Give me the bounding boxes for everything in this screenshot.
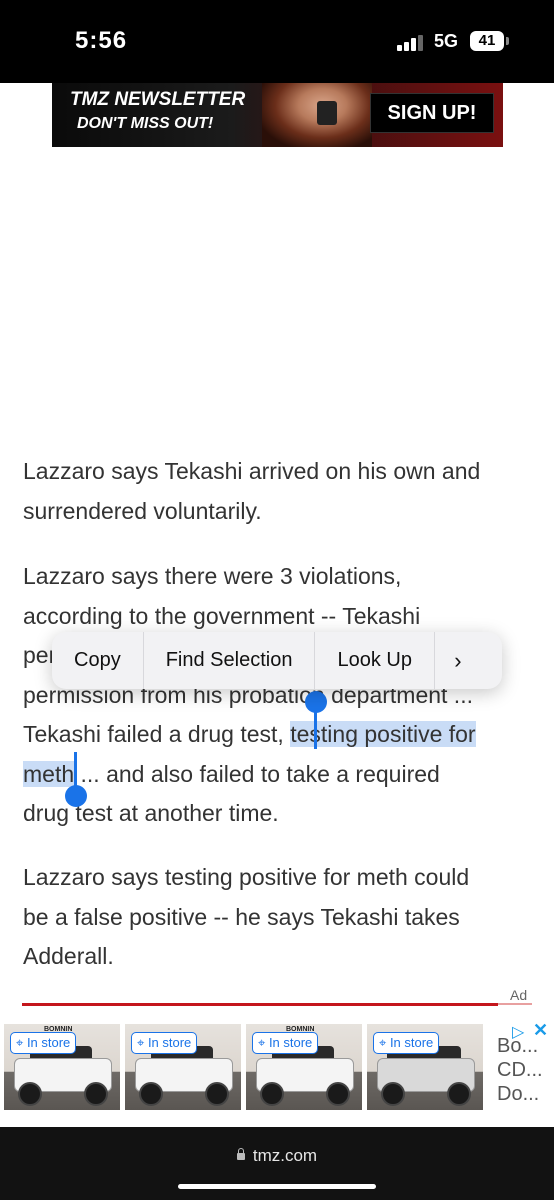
selection-start-caret [314, 703, 317, 749]
text-line: according to the government -- Tekashi [23, 602, 421, 629]
wheel-icon [381, 1082, 405, 1106]
phone-icon [317, 101, 337, 125]
location-pin-icon: ⌖ [16, 1035, 27, 1050]
signal-icon [397, 33, 427, 51]
text-line: Lazzaro says testing positive for meth c… [23, 864, 470, 890]
section-divider [22, 1003, 498, 1006]
lock-icon [236, 1148, 245, 1160]
wheel-icon [139, 1082, 163, 1106]
ad-car-tile[interactable]: BOMNIN ⌖ In store [246, 1024, 362, 1110]
status-time: 5:56 [75, 27, 128, 54]
ad-car-tile[interactable]: BOMNIN ⌖ In store [4, 1024, 120, 1110]
wheel-icon [260, 1082, 284, 1106]
network-type: 5G [434, 31, 459, 51]
selected-text[interactable]: testing positive for [290, 721, 476, 747]
banner-subtitle: DON'T MISS OUT! [77, 115, 214, 132]
text-line: Adderall. [23, 943, 114, 969]
location-pin-icon: ⌖ [379, 1035, 390, 1050]
in-store-label: In store [147, 1035, 192, 1050]
in-store-badge: ⌖ In store [373, 1032, 440, 1054]
in-store-badge: ⌖ In store [10, 1032, 77, 1054]
location-pin-icon: ⌖ [137, 1035, 148, 1050]
ad-text-line: CD... [497, 1059, 543, 1081]
divider-tail [498, 1003, 532, 1005]
banner-title: TMZ NEWSLETTER [70, 89, 246, 110]
location-pin-icon: ⌖ [258, 1035, 269, 1050]
ad-text-line: Do... [497, 1083, 540, 1105]
text-fragment: ... and also failed to take a required [74, 760, 440, 787]
selection-end-handle[interactable] [65, 785, 87, 807]
ad-text-line: Bo... [497, 1035, 539, 1057]
text-line: surrendered voluntarily. [23, 497, 262, 524]
selected-text[interactable]: meth [23, 760, 75, 787]
in-store-label: In store [268, 1035, 313, 1050]
text-line: Lazzaro says there were 3 violations, [23, 563, 402, 589]
status-bar: 5:56 5G 41 [0, 0, 554, 83]
text-fragment: Tekashi failed a drug test, [23, 721, 291, 747]
wheel-icon [205, 1082, 229, 1106]
paragraph-3: Lazzaro says testing positive for meth c… [23, 858, 469, 977]
text-line: Tekashi failed a drug test, testing posi… [23, 715, 476, 755]
ad-label: Ad [510, 987, 528, 1003]
ad-car-tile[interactable]: ⌖ In store [367, 1024, 483, 1110]
ad-text[interactable]: Bo... CD... Do... [497, 1034, 543, 1106]
text-line: Lazzaro says Tekashi arrived on his own … [23, 458, 481, 484]
newsletter-banner[interactable]: TMZ NEWSLETTER DON'T MISS OUT! SIGN UP! [52, 83, 503, 147]
find-selection-menu-item[interactable]: Find Selection [144, 632, 316, 689]
text-line: be a false positive -- he says Tekashi t… [23, 903, 460, 930]
wheel-icon [326, 1082, 350, 1106]
wheel-icon [18, 1082, 42, 1106]
signup-button[interactable]: SIGN UP! [370, 93, 494, 133]
in-store-label: In store [26, 1035, 71, 1050]
battery-tip [506, 37, 509, 45]
text-line: meth ... and also failed to take a requi… [23, 755, 476, 795]
wheel-icon [447, 1082, 471, 1106]
home-indicator[interactable] [178, 1184, 376, 1189]
copy-menu-item[interactable]: Copy [52, 632, 144, 689]
in-store-badge: ⌖ In store [252, 1032, 319, 1054]
text-line: drug test at another time. [23, 800, 279, 826]
look-up-menu-item[interactable]: Look Up [315, 632, 435, 689]
ad-car-tile[interactable]: ⌖ In store [125, 1024, 241, 1110]
ad-carousel[interactable]: BOMNIN ⌖ In store ⌖ In store BOMNIN ⌖ In… [0, 1018, 554, 1112]
wheel-icon [84, 1082, 108, 1106]
battery-icon: 41 [470, 31, 504, 51]
chevron-right-icon[interactable]: › [435, 648, 481, 674]
in-store-label: In store [389, 1035, 434, 1050]
browser-toolbar: tmz.com [0, 1127, 554, 1200]
paragraph-1: Lazzaro says Tekashi arrived on his own … [23, 452, 480, 531]
in-store-badge: ⌖ In store [131, 1032, 198, 1054]
address-bar[interactable]: tmz.com [0, 1146, 554, 1166]
paragraph-2: Lazzaro says there were 3 violations, ac… [23, 557, 476, 834]
url-text: tmz.com [252, 1146, 318, 1165]
text-context-menu: Copy Find Selection Look Up › [52, 632, 502, 689]
